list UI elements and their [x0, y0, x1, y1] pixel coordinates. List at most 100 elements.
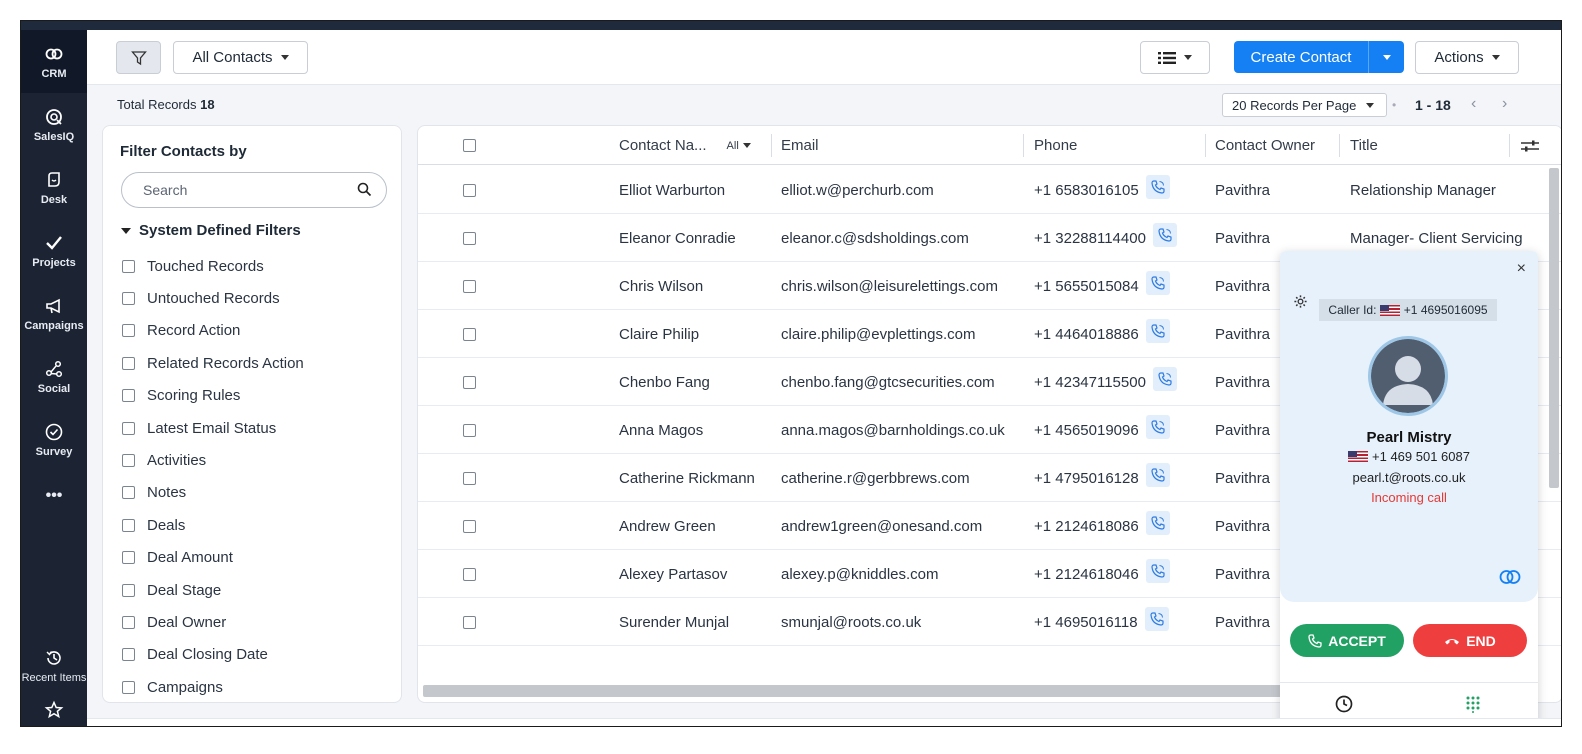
actions-button[interactable]: Actions: [1415, 41, 1519, 74]
filter-checkbox[interactable]: [122, 583, 135, 597]
clock-icon[interactable]: [1335, 695, 1353, 713]
row-checkbox-cell[interactable]: [463, 406, 476, 454]
click-to-call-button[interactable]: [1145, 511, 1170, 535]
contact-email[interactable]: alexey.p@kniddles.com: [781, 550, 939, 598]
name-filter-dropdown[interactable]: All: [727, 140, 751, 152]
filter-checkbox[interactable]: [122, 615, 135, 629]
rail-more-button[interactable]: •••: [21, 471, 87, 521]
filter-search-input[interactable]: Search: [121, 172, 387, 208]
row-checkbox[interactable]: [463, 423, 476, 437]
accept-call-button[interactable]: ACCEPT: [1290, 624, 1404, 657]
contact-email[interactable]: claire.philip@evplettings.com: [781, 310, 975, 358]
filter-checkbox[interactable]: [122, 680, 135, 694]
contact-email[interactable]: elliot.w@perchurb.com: [781, 166, 934, 214]
filter-checkbox[interactable]: [122, 389, 135, 403]
records-per-page-select[interactable]: 20 Records Per Page: [1222, 93, 1387, 117]
filter-item[interactable]: Activities: [122, 444, 304, 476]
click-to-call-button[interactable]: [1145, 271, 1170, 295]
filter-item[interactable]: Related Records Action: [122, 347, 304, 379]
column-settings-button[interactable]: [1521, 126, 1539, 165]
row-checkbox[interactable]: [463, 327, 476, 341]
contact-name[interactable]: Surender Munjal: [619, 598, 729, 646]
rail-item-social[interactable]: Social: [21, 345, 87, 408]
filter-checkbox[interactable]: [122, 356, 135, 370]
click-to-call-button[interactable]: [1145, 463, 1170, 487]
create-contact-dropdown[interactable]: [1369, 41, 1404, 73]
row-checkbox-cell[interactable]: [463, 358, 476, 406]
click-to-call-button[interactable]: [1145, 559, 1170, 583]
row-checkbox[interactable]: [463, 471, 476, 485]
contact-email[interactable]: anna.magos@barnholdings.co.uk: [781, 406, 1005, 454]
filter-checkbox[interactable]: [122, 518, 135, 532]
rail-item-projects[interactable]: Projects: [21, 219, 87, 282]
filter-toggle-button[interactable]: [116, 41, 161, 74]
row-checkbox[interactable]: [463, 279, 476, 293]
horizontal-scrollbar[interactable]: [423, 685, 1283, 697]
column-contact-owner[interactable]: Contact Owner: [1215, 126, 1315, 165]
contact-name[interactable]: Andrew Green: [619, 502, 716, 550]
filter-checkbox[interactable]: [122, 324, 135, 338]
row-checkbox-cell[interactable]: [463, 166, 476, 214]
filter-item[interactable]: Touched Records: [122, 250, 304, 282]
filter-checkbox[interactable]: [122, 292, 135, 306]
column-phone[interactable]: Phone: [1034, 126, 1077, 165]
list-view-toggle[interactable]: [1140, 41, 1210, 74]
rail-item-desk[interactable]: Desk: [21, 156, 87, 219]
click-to-call-button[interactable]: [1152, 367, 1177, 391]
contact-name[interactable]: Anna Magos: [619, 406, 703, 454]
contact-name[interactable]: Alexey Partasov: [619, 550, 727, 598]
create-contact-button[interactable]: Create Contact: [1234, 41, 1369, 73]
rail-item-crm[interactable]: CRM: [21, 30, 87, 93]
filter-checkbox[interactable]: [122, 421, 135, 435]
end-call-button[interactable]: END: [1413, 624, 1527, 657]
contact-email[interactable]: catherine.r@gerbbrews.com: [781, 454, 970, 502]
filter-item[interactable]: Untouched Records: [122, 282, 304, 314]
system-filters-toggle[interactable]: System Defined Filters: [121, 222, 301, 239]
contact-email[interactable]: chris.wilson@leisurelettings.com: [781, 262, 998, 310]
next-page-button[interactable]: ›: [1502, 95, 1507, 113]
row-checkbox[interactable]: [463, 231, 476, 245]
filter-item[interactable]: Scoring Rules: [122, 380, 304, 412]
filter-item[interactable]: Deals: [122, 509, 304, 541]
filter-item[interactable]: Deal Stage: [122, 574, 304, 606]
row-checkbox[interactable]: [463, 375, 476, 389]
row-checkbox-cell[interactable]: [463, 502, 476, 550]
column-title[interactable]: Title: [1350, 126, 1378, 165]
rail-item-survey[interactable]: Survey: [21, 408, 87, 471]
row-checkbox-cell[interactable]: [463, 310, 476, 358]
row-checkbox[interactable]: [463, 183, 476, 197]
click-to-call-button[interactable]: [1145, 175, 1170, 199]
row-checkbox[interactable]: [463, 567, 476, 581]
contact-name[interactable]: Catherine Rickmann: [619, 454, 755, 502]
rail-item-favorites[interactable]: [21, 694, 87, 726]
row-checkbox[interactable]: [463, 519, 476, 533]
filter-item[interactable]: Deal Owner: [122, 606, 304, 638]
filter-item[interactable]: Latest Email Status: [122, 412, 304, 444]
contact-name[interactable]: Chris Wilson: [619, 262, 703, 310]
contact-name[interactable]: Eleanor Conradie: [619, 214, 736, 262]
row-checkbox-cell[interactable]: [463, 598, 476, 646]
gear-icon[interactable]: [1293, 294, 1308, 309]
click-to-call-button[interactable]: [1145, 319, 1170, 343]
filter-item[interactable]: Deal Amount: [122, 542, 304, 574]
column-contact-name[interactable]: Contact Na... All: [619, 126, 751, 165]
filter-item[interactable]: Notes: [122, 477, 304, 509]
filter-checkbox[interactable]: [122, 648, 135, 662]
view-selector[interactable]: All Contacts: [173, 41, 308, 74]
contact-name[interactable]: Elliot Warburton: [619, 166, 725, 214]
contact-name[interactable]: Claire Philip: [619, 310, 699, 358]
dialpad-icon[interactable]: [1465, 695, 1481, 713]
rail-item-recent[interactable]: Recent Items: [21, 638, 87, 694]
click-to-call-button[interactable]: [1145, 415, 1170, 439]
filter-checkbox[interactable]: [122, 551, 135, 565]
row-checkbox-cell[interactable]: [463, 550, 476, 598]
filter-item[interactable]: Record Action: [122, 315, 304, 347]
prev-page-button[interactable]: ‹: [1471, 95, 1476, 113]
contact-name[interactable]: Chenbo Fang: [619, 358, 710, 406]
row-checkbox-cell[interactable]: [463, 454, 476, 502]
contact-email[interactable]: eleanor.c@sdsholdings.com: [781, 214, 969, 262]
row-checkbox[interactable]: [463, 615, 476, 629]
checkbox[interactable]: [463, 139, 476, 152]
contact-email[interactable]: smunjal@roots.co.uk: [781, 598, 921, 646]
table-row[interactable]: Elliot Warburton elliot.w@perchurb.com +1 …: [418, 166, 1561, 214]
